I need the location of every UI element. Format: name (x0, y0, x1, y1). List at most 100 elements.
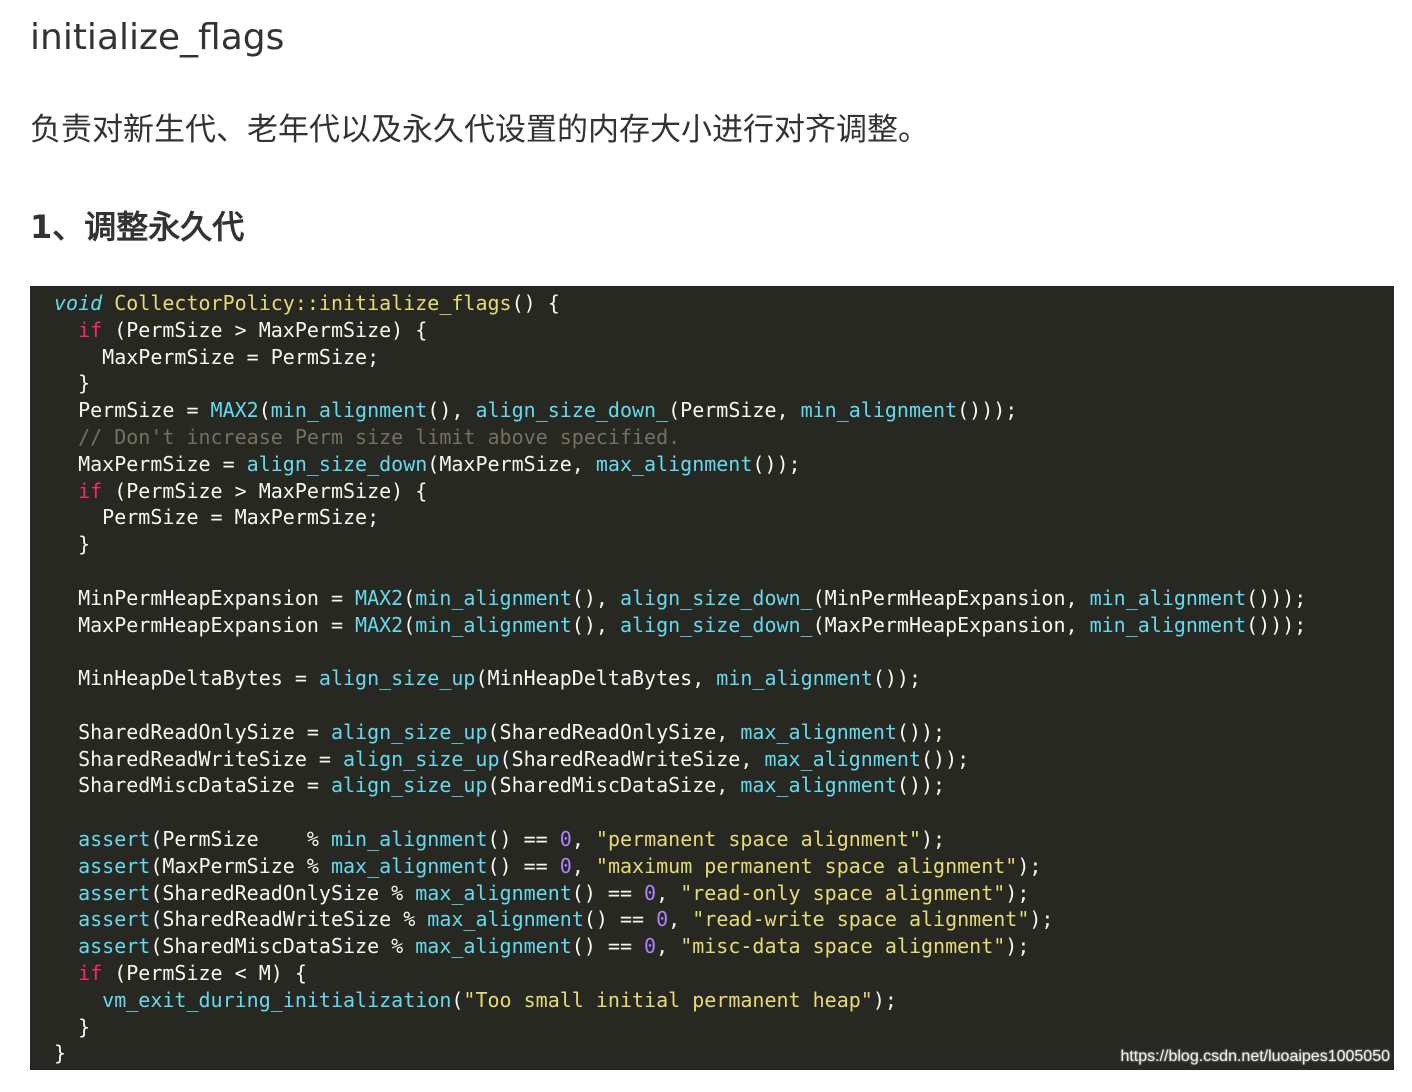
code-line: if (PermSize > MaxPermSize) { (54, 478, 1394, 505)
page-title: initialize_flags (30, 17, 285, 58)
code-token: ())); (1246, 585, 1307, 610)
code-token: , (656, 880, 681, 905)
code-token: ); (1005, 880, 1030, 905)
code-token: min_alignment (716, 666, 873, 691)
code-token: // Don't increase Perm size limit above … (78, 424, 681, 449)
code-line: SharedReadOnlySize = align_size_up(Share… (54, 719, 1394, 746)
code-token: , (571, 826, 596, 851)
code-token: (PermSize % (150, 826, 331, 851)
section-heading: 1、调整永久代 (30, 208, 245, 246)
code-token: ( (403, 612, 416, 637)
code-token: align_size_up (342, 746, 500, 771)
code-token: () == (487, 853, 560, 878)
code-token: max_alignment (330, 853, 488, 878)
code-token: assert (78, 826, 151, 851)
code-token: , (656, 934, 681, 959)
code-token: 0 (644, 880, 657, 905)
code-token: "permanent space alignment" (595, 826, 922, 851)
code-token: MaxPermHeapExpansion = (54, 612, 356, 637)
code-line: // Don't increase Perm size limit above … (54, 424, 1394, 451)
code-line: MaxPermSize = align_size_down(MaxPermSiz… (54, 451, 1394, 478)
code-token: "misc-data space alignment" (680, 934, 1006, 959)
code-token: 0 (644, 934, 657, 959)
code-line: MinHeapDeltaBytes = align_size_up(MinHea… (54, 665, 1394, 692)
code-token: (MaxPermSize % (150, 853, 331, 878)
code-token: ( (403, 585, 416, 610)
code-token: (PermSize, (668, 398, 801, 423)
code-token: align_size_down (246, 451, 428, 476)
code-token: (MaxPermHeapExpansion, (812, 612, 1090, 637)
code-token: ); (921, 826, 946, 851)
code-token: align_size_up (318, 666, 476, 691)
code-token: "read-write space alignment" (692, 907, 1030, 932)
code-line: MaxPermSize = PermSize; (54, 344, 1394, 371)
code-token: ())); (1246, 612, 1307, 637)
code-token: () { (511, 291, 560, 315)
code-token: align_size_up (330, 719, 488, 744)
code-line: MinPermHeapExpansion = MAX2(min_alignmen… (54, 585, 1394, 612)
code-token: } (54, 371, 91, 396)
code-token: } (54, 532, 91, 557)
code-token: max_alignment (415, 880, 572, 905)
code-token: () == (571, 880, 645, 905)
code-token: align_size_up (330, 773, 488, 798)
code-token: () == (571, 934, 645, 959)
code-token: MaxPermSize = PermSize; (54, 344, 380, 369)
code-token: (MaxPermSize, (427, 451, 596, 476)
code-line: } (54, 531, 1394, 558)
code-token: MAX2 (210, 398, 259, 423)
code-token: assert (78, 934, 151, 959)
code-token: ()); (896, 719, 946, 744)
code-line: SharedMiscDataSize = align_size_up(Share… (54, 772, 1394, 799)
code-token: , (668, 907, 693, 932)
code-line: void CollectorPolicy::initialize_flags()… (54, 290, 1394, 317)
code-token: PermSize = (54, 398, 211, 423)
code-line: assert(SharedReadWriteSize % max_alignme… (54, 906, 1394, 933)
code-token: ( (258, 398, 271, 423)
code-token: (PermSize < M) { (102, 960, 307, 985)
code-line: if (PermSize < M) { (54, 960, 1394, 987)
code-token: (SharedMiscDataSize, (487, 773, 741, 798)
code-token: (), (427, 398, 476, 423)
code-token: (SharedMiscDataSize % (150, 934, 416, 959)
code-line: assert(SharedMiscDataSize % max_alignmen… (54, 933, 1394, 960)
code-token: SharedMiscDataSize = (54, 773, 331, 798)
code-token: min_alignment (1089, 612, 1247, 637)
code-token: align_size_down_ (619, 585, 813, 610)
code-token: 0 (559, 826, 572, 851)
code-token: "Too small initial permanent heap" (463, 987, 873, 1012)
code-token: (), (571, 612, 620, 637)
code-token: max_alignment (427, 907, 584, 932)
code-token: if (78, 960, 103, 985)
code-line: assert(MaxPermSize % max_alignment() == … (54, 853, 1394, 880)
code-token: (PermSize > MaxPermSize) { (102, 478, 428, 503)
code-line: } (54, 370, 1394, 397)
code-token: assert (78, 907, 151, 932)
code-token: (), (571, 585, 620, 610)
code-token: min_alignment (415, 612, 572, 637)
code-token: (MinHeapDeltaBytes, (475, 666, 717, 691)
code-token: ())); (957, 398, 1018, 423)
code-token: min_alignment (415, 585, 572, 610)
code-token: (SharedReadWriteSize, (499, 746, 765, 771)
code-line: PermSize = MAX2(min_alignment(), align_s… (54, 397, 1394, 424)
code-token: SharedReadWriteSize = (54, 746, 343, 771)
code-line: SharedReadWriteSize = align_size_up(Shar… (54, 746, 1394, 773)
code-line: assert(PermSize % min_alignment() == 0, … (54, 826, 1394, 853)
code-line: vm_exit_during_initialization("Too small… (54, 987, 1394, 1014)
code-line: PermSize = MaxPermSize; (54, 504, 1394, 531)
code-token: if (78, 317, 103, 342)
code-token: (SharedReadOnlySize, (487, 719, 741, 744)
code-token: SharedReadOnlySize = (54, 719, 331, 744)
code-token: MinHeapDeltaBytes = (54, 666, 319, 691)
